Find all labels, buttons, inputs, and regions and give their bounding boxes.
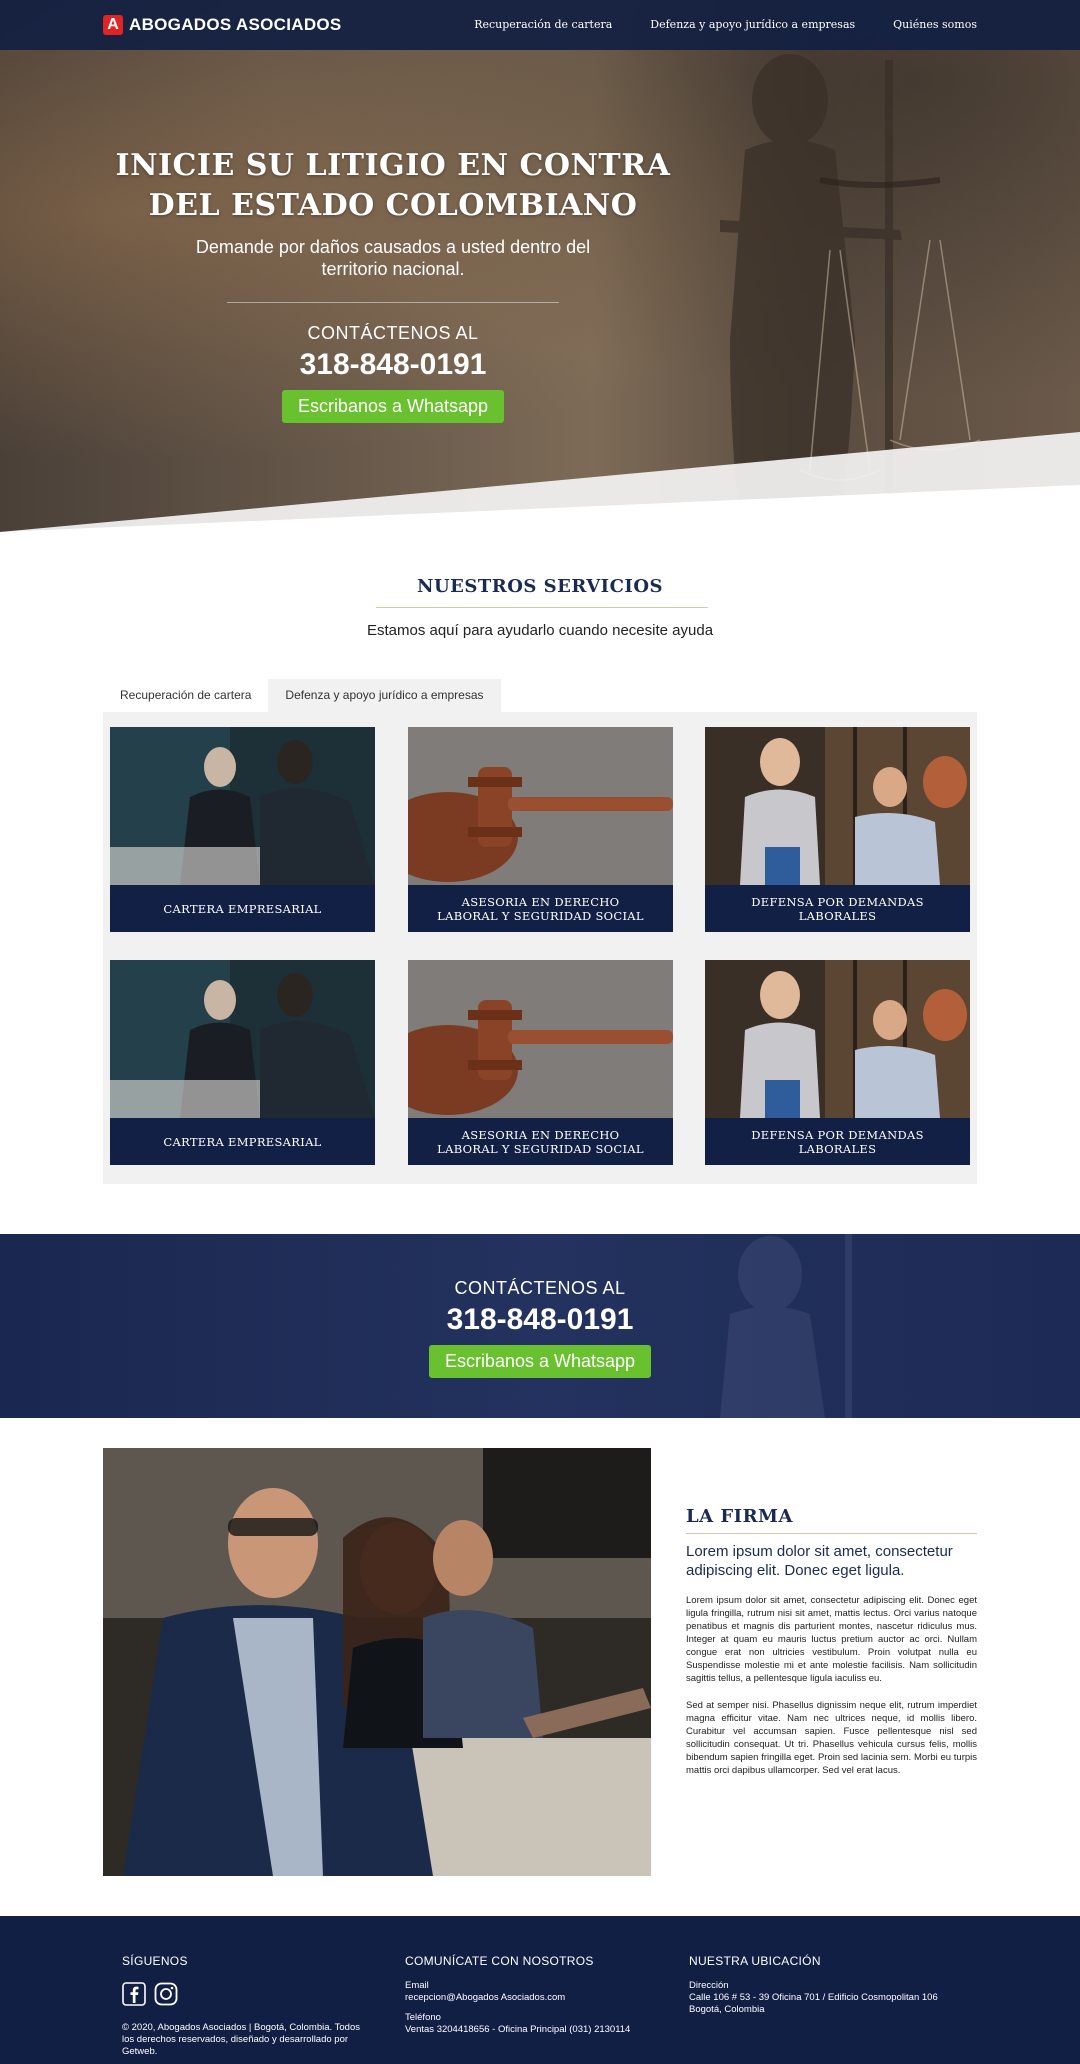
footer-address-label: Dirección [689, 1980, 729, 1991]
facebook-icon[interactable] [122, 1982, 146, 2006]
footer-contact-title: COMUNÍCATE CON NOSOTROS [405, 1954, 594, 1968]
tab-recuperacion-cartera[interactable]: Recuperación de cartera [103, 679, 268, 712]
service-card[interactable]: CARTERA EMPRESARIAL [110, 727, 375, 932]
brand-name: ABOGADOS ASOCIADOS [129, 15, 342, 34]
service-card[interactable]: DEFENSA POR DEMANDAS LABORALES [705, 727, 970, 932]
hero-whatsapp-button[interactable]: Escribanos a Whatsapp [281, 390, 505, 423]
nav-links: Recuperación de cartera Defenza y apoyo … [474, 18, 977, 31]
services-divider [376, 607, 708, 608]
page: INICIE SU LITIGIO EN CONTRA DEL ESTADO C… [0, 0, 1080, 2064]
cta-whatsapp-button[interactable]: Escribanos a Whatsapp [428, 1345, 652, 1378]
hero-divider [227, 302, 559, 303]
team-photo [705, 960, 970, 1118]
footer-contact-column: COMUNÍCATE CON NOSOTROS Email recepcion@… [405, 1954, 665, 2036]
hero-title: INICIE SU LITIGIO EN CONTRA DEL ESTADO C… [115, 148, 671, 223]
tab-defenza-apoyo[interactable]: Defenza y apoyo jurídico a empresas [268, 679, 501, 712]
footer-phone-numbers: Ventas 3204418656 - Oficina Principal (0… [405, 2024, 631, 2035]
firm-paragraph-2: Sed at semper nisi. Phasellus dignissim … [686, 1700, 977, 1776]
nav-link-recuperacion[interactable]: Recuperación de cartera [474, 18, 612, 31]
footer-location-column: NUESTRA UBICACIÓN Dirección Calle 106 # … [689, 1954, 989, 2016]
meeting-photo [110, 960, 375, 1118]
service-card[interactable]: DEFENSA POR DEMANDAS LABORALES [705, 960, 970, 1165]
brand-logo-icon: A [103, 15, 123, 35]
footer-copyright: © 2020, Abogados Asociados | Bogotá, Col… [122, 2022, 360, 2057]
services-panel: CARTERA EMPRESARIAL ASESORIA EN DERECHO … [103, 712, 977, 1184]
contact-cta-band: CONTÁCTENOS AL 318-848-0191 Escribanos a… [0, 1234, 1080, 1418]
firm-paragraph-1: Lorem ipsum dolor sit amet, consectetur … [686, 1595, 977, 1684]
firm-team-photo [103, 1448, 651, 1876]
service-card-title: DEFENSA POR DEMANDAS LABORALES [705, 1118, 970, 1165]
gavel-photo [408, 727, 673, 885]
hero-content: INICIE SU LITIGIO EN CONTRA DEL ESTADO C… [100, 146, 686, 423]
service-card-title: ASESORIA EN DERECHO LABORAL Y SEGURIDAD … [408, 885, 673, 932]
footer-phone-label: Teléfono [405, 2012, 441, 2023]
footer-social-column: SÍGUENOS © 2020, Abogados Asociados | Bo… [122, 1954, 382, 2058]
social-links [122, 1982, 382, 2006]
footer-email-label: Email [405, 1980, 429, 1991]
services-subtitle: Estamos aquí para ayudarlo cuando necesi… [366, 622, 714, 639]
nav-link-defenza[interactable]: Defenza y apoyo jurídico a empresas [650, 18, 855, 31]
gavel-photo [408, 960, 673, 1118]
firm-lead: Lorem ipsum dolor sit amet, consectetur … [686, 1543, 953, 1579]
cta-contact-label: CONTÁCTENOS AL [454, 1278, 626, 1298]
footer: SÍGUENOS © 2020, Abogados Asociados | Bo… [0, 1916, 1080, 2064]
footer-city: Bogotá, Colombia [689, 2004, 765, 2015]
firm-section: LA FIRMA Lorem ipsum dolor sit amet, con… [686, 1506, 977, 1777]
services-section: NUESTROS SERVICIOS Estamos aquí para ayu… [0, 532, 1080, 1234]
firm-divider [686, 1533, 977, 1534]
footer-location-title: NUESTRA UBICACIÓN [689, 1954, 821, 1968]
firm-title: LA FIRMA [686, 1506, 793, 1527]
service-card[interactable]: ASESORIA EN DERECHO LABORAL Y SEGURIDAD … [408, 727, 673, 932]
footer-address: Calle 106 # 53 - 39 Oficina 701 / Edific… [689, 1992, 938, 2003]
services-tabs: Recuperación de cartera Defenza y apoyo … [103, 679, 501, 712]
service-card[interactable]: CARTERA EMPRESARIAL [110, 960, 375, 1165]
footer-follow-title: SÍGUENOS [122, 1954, 188, 1968]
top-navbar: A ABOGADOS ASOCIADOS Recuperación de car… [0, 0, 1080, 50]
service-card-title: ASESORIA EN DERECHO LABORAL Y SEGURIDAD … [408, 1118, 673, 1165]
hero-phone-number: 318-848-0191 [299, 348, 487, 381]
footer-email-link[interactable]: recepcion@Abogados Asociados.com [405, 1992, 665, 2004]
hero-section: INICIE SU LITIGIO EN CONTRA DEL ESTADO C… [0, 0, 1080, 532]
nav-link-quienes-somos[interactable]: Quiénes somos [893, 18, 977, 31]
service-card-title: CARTERA EMPRESARIAL [110, 885, 375, 932]
service-card[interactable]: ASESORIA EN DERECHO LABORAL Y SEGURIDAD … [408, 960, 673, 1165]
meeting-photo [110, 727, 375, 885]
brand-logo[interactable]: A ABOGADOS ASOCIADOS [103, 15, 342, 35]
service-card-title: CARTERA EMPRESARIAL [110, 1118, 375, 1165]
instagram-icon[interactable] [154, 1982, 178, 2006]
cta-phone-number: 318-848-0191 [446, 1303, 634, 1336]
hero-contact-label: CONTÁCTENOS AL [307, 323, 479, 343]
hero-subtitle: Demande por daños causados a usted dentr… [195, 237, 591, 279]
team-photo [705, 727, 970, 885]
service-card-title: DEFENSA POR DEMANDAS LABORALES [705, 885, 970, 932]
services-title: NUESTROS SERVICIOS [416, 576, 663, 597]
